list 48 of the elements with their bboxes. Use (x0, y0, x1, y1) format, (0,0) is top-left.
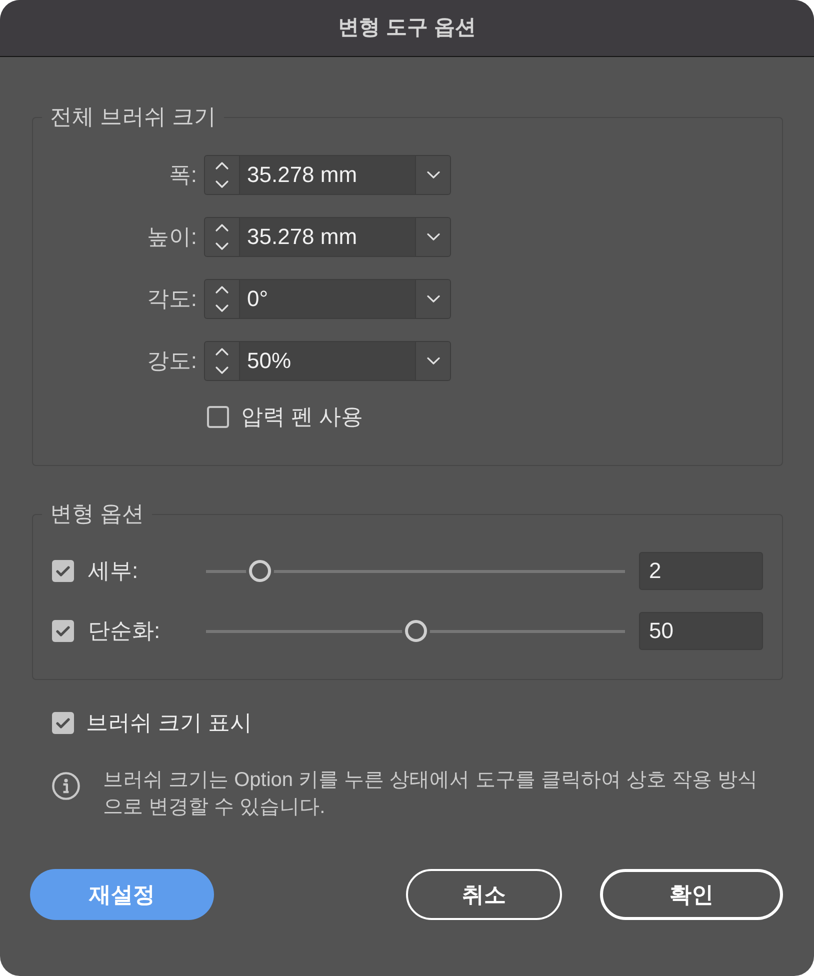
stepper-button[interactable] (204, 341, 240, 381)
dropdown-button[interactable] (415, 341, 451, 381)
up-down-chevron-icon (215, 223, 229, 251)
slider[interactable] (206, 560, 625, 582)
checkbox[interactable] (52, 620, 74, 642)
up-down-chevron-icon (215, 347, 229, 375)
dialog-button[interactable]: 취소 (406, 869, 562, 920)
dropdown-button[interactable] (415, 155, 451, 195)
up-down-chevron-icon (215, 285, 229, 313)
field-label: 강도: (146, 347, 197, 375)
value-input[interactable]: 0° (240, 279, 415, 319)
dialog-button[interactable]: 확인 (600, 869, 783, 920)
up-down-chevron-icon (215, 161, 229, 189)
check-icon (56, 718, 70, 728)
chevron-down-icon (426, 233, 440, 241)
value-input[interactable]: 50% (240, 341, 415, 381)
checkbox-label: 브러쉬 크기 표시 (86, 709, 252, 737)
field-label: 폭: (168, 161, 197, 189)
slider-label: 세부: (88, 557, 140, 585)
checkbox[interactable] (207, 406, 229, 428)
group-legend: 전체 브러쉬 크기 (42, 103, 224, 131)
field-label: 각도: (146, 285, 197, 313)
slider-label: 단순화: (88, 617, 162, 645)
stepper-button[interactable] (204, 217, 240, 257)
value-input[interactable]: 50 (639, 612, 763, 650)
slider-thumb[interactable] (249, 560, 272, 582)
check-icon (56, 566, 70, 576)
chevron-down-icon (426, 171, 440, 179)
checkbox[interactable] (52, 560, 74, 582)
slider-thumb[interactable] (404, 620, 426, 642)
dropdown-button[interactable] (415, 279, 451, 319)
value-input[interactable]: 35.278 mm (240, 155, 415, 195)
chevron-down-icon (426, 357, 440, 365)
value-input[interactable]: 2 (639, 552, 763, 590)
info-icon (52, 772, 80, 800)
chevron-down-icon (426, 295, 440, 303)
group-legend: 변형 옵션 (42, 500, 152, 528)
value-input[interactable]: 35.278 mm (240, 217, 415, 257)
dropdown-button[interactable] (415, 217, 451, 257)
field-label: 높이: (146, 223, 197, 251)
check-icon (56, 626, 70, 636)
slider[interactable] (206, 620, 625, 642)
stepper-button[interactable] (204, 155, 240, 195)
checkbox[interactable] (52, 712, 74, 734)
stepper-button[interactable] (204, 279, 240, 319)
checkbox-label: 압력 펜 사용 (241, 403, 364, 431)
window-title: 변형 도구 옵션 (338, 15, 476, 42)
info-text: 브러쉬 크기는 Option 키를 누른 상태에서 도구를 클릭하여 상호 작용 방식으로 변경할 수 있습니다. (103, 768, 758, 820)
